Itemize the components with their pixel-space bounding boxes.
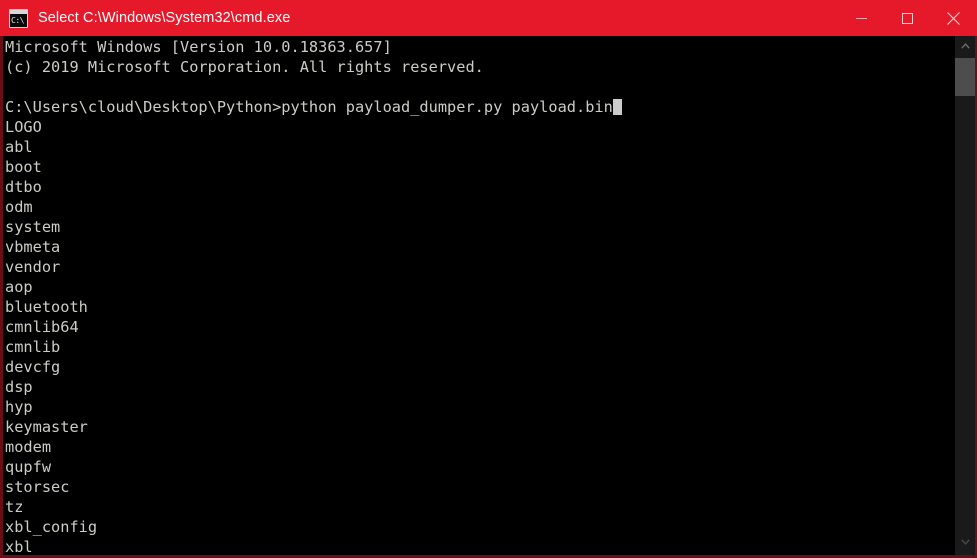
console-line: tz <box>5 497 622 517</box>
minimize-icon <box>855 17 867 19</box>
console-line-text: tz <box>5 498 24 516</box>
console-line-text: qupfw <box>5 458 52 476</box>
cmd-icon-label: C:\ <box>11 15 24 25</box>
console-line-text: vendor <box>5 258 61 276</box>
console-line: xbl_config <box>5 517 622 537</box>
cmd-window: C:\ Select C:\Windows\System32\cmd.exe M… <box>0 0 977 558</box>
console-line-text: system <box>5 218 61 236</box>
scroll-down-arrow[interactable] <box>955 532 975 552</box>
console-line: cmnlib64 <box>5 317 622 337</box>
console-line-text: boot <box>5 158 42 176</box>
console-line: qupfw <box>5 457 622 477</box>
console-line-text: cmnlib <box>5 338 61 356</box>
console-line: keymaster <box>5 417 622 437</box>
console-line-text: xbl <box>5 538 33 556</box>
cmd-console-icon: C:\ <box>9 8 28 28</box>
chevron-up-icon <box>960 43 970 49</box>
console-line-text: (c) 2019 Microsoft Corporation. All righ… <box>5 58 484 76</box>
console-line: bluetooth <box>5 297 622 317</box>
console-line-text: dtbo <box>5 178 42 196</box>
console-scrollbar[interactable] <box>955 36 975 558</box>
console-line: LOGO <box>5 117 622 137</box>
minimize-button[interactable] <box>838 0 884 36</box>
close-icon <box>947 11 960 25</box>
console-line-text: aop <box>5 278 33 296</box>
console-text: Microsoft Windows [Version 10.0.18363.65… <box>3 37 622 556</box>
console-line: modem <box>5 437 622 457</box>
console-prompt-line: C:\Users\cloud\Desktop\Python>python pay… <box>5 97 622 117</box>
console-line: dtbo <box>5 177 622 197</box>
console-line: vendor <box>5 257 622 277</box>
title-bar[interactable]: C:\ Select C:\Windows\System32\cmd.exe <box>0 0 977 36</box>
close-button[interactable] <box>930 0 977 36</box>
window-title: Select C:\Windows\System32\cmd.exe <box>38 10 291 26</box>
console-line: (c) 2019 Microsoft Corporation. All righ… <box>5 57 622 77</box>
console-line: devcfg <box>5 357 622 377</box>
scroll-up-arrow[interactable] <box>955 36 975 56</box>
maximize-icon <box>901 12 913 24</box>
text-cursor <box>612 99 622 115</box>
console-line-text: vbmeta <box>5 238 61 256</box>
console-line: hyp <box>5 397 622 417</box>
console-line-text: storsec <box>5 478 70 496</box>
console-line-text: devcfg <box>5 358 61 376</box>
console-line: storsec <box>5 477 622 497</box>
console-line: aop <box>5 277 622 297</box>
console-line: system <box>5 217 622 237</box>
console-line-text: cmnlib64 <box>5 318 79 336</box>
title-bar-left: C:\ Select C:\Windows\System32\cmd.exe <box>0 0 838 36</box>
console-line-text: xbl_config <box>5 518 98 536</box>
console-line-text: LOGO <box>5 118 42 136</box>
scrollbar-thumb[interactable] <box>955 58 975 96</box>
console-line-text: hyp <box>5 398 33 416</box>
console-line: odm <box>5 197 622 217</box>
console-line-text: abl <box>5 138 33 156</box>
console-line: vbmeta <box>5 237 622 257</box>
console-line-text: bluetooth <box>5 298 88 316</box>
console-line-text: odm <box>5 198 33 216</box>
console-line: cmnlib <box>5 337 622 357</box>
chevron-down-icon <box>960 539 970 545</box>
console-line-text: modem <box>5 438 52 456</box>
console-line: dsp <box>5 377 622 397</box>
console-line: Microsoft Windows [Version 10.0.18363.65… <box>5 37 622 57</box>
console-line: boot <box>5 157 622 177</box>
console-line: xbl <box>5 537 622 556</box>
maximize-button[interactable] <box>884 0 930 36</box>
console-output-area[interactable]: Microsoft Windows [Version 10.0.18363.65… <box>0 36 977 558</box>
console-line-text: keymaster <box>5 418 88 436</box>
console-line-text: dsp <box>5 378 33 396</box>
console-line-text: C:\Users\cloud\Desktop\Python>python pay… <box>5 98 613 116</box>
console-line-text: Microsoft Windows [Version 10.0.18363.65… <box>5 38 392 56</box>
console-line: abl <box>5 137 622 157</box>
